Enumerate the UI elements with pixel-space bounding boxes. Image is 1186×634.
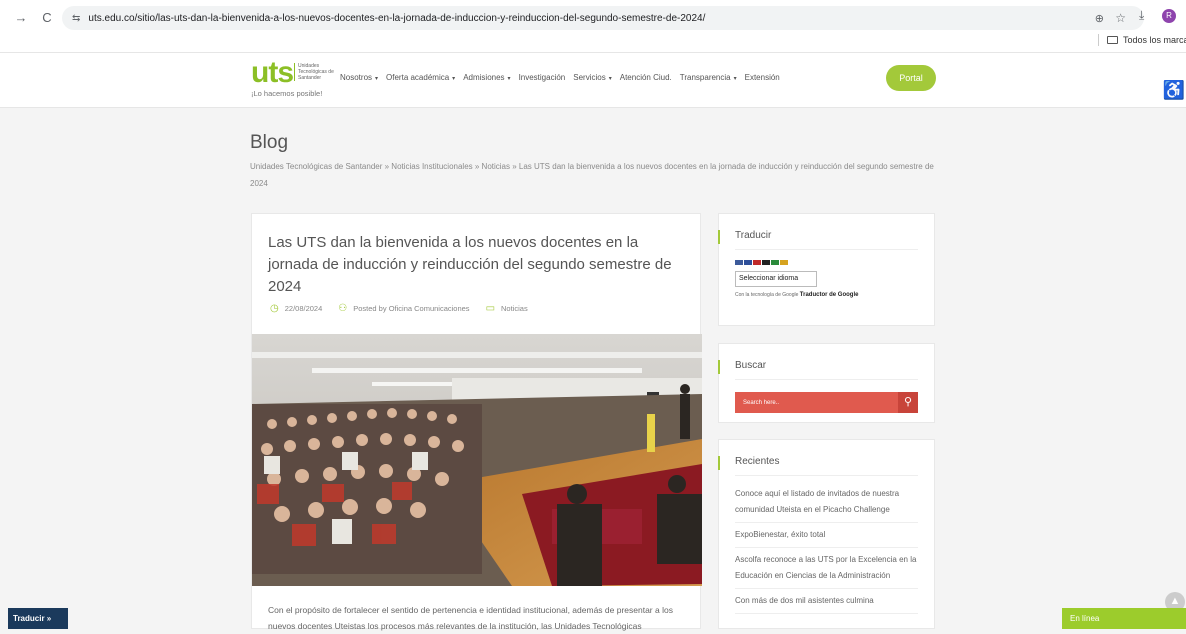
- menu-item-atencion[interactable]: Atención Ciud.: [620, 73, 672, 82]
- recent-item[interactable]: Ascolfa reconoce a las UTS por la Excele…: [735, 548, 918, 589]
- forward-icon[interactable]: →: [10, 10, 32, 25]
- recent-item[interactable]: ExpoBienestar, éxito total: [735, 523, 918, 548]
- author-text[interactable]: Posted by Oficina Comunicaciones: [353, 304, 469, 313]
- site-info-icon[interactable]: ⇆: [72, 13, 80, 24]
- folder-icon: ▭: [485, 303, 496, 314]
- menu-item-admisiones[interactable]: Admisiones ▾: [463, 73, 510, 82]
- article-title: Las UTS dan la bienvenida a los nuevos d…: [268, 234, 672, 295]
- flag-icon[interactable]: [753, 260, 761, 265]
- menu-item-nosotros[interactable]: Nosotros ▾: [340, 73, 378, 82]
- profile-avatar[interactable]: R: [1162, 9, 1176, 23]
- category-link[interactable]: Noticias: [501, 304, 528, 313]
- user-icon: ⚇: [338, 303, 348, 314]
- translate-widget-title: Traducir: [718, 230, 918, 250]
- meta-author[interactable]: ⚇ Posted by Oficina Comunicaciones: [338, 303, 469, 314]
- toolbar: → C ⇆ uts.edu.co/sitio/las-uts-dan-la-bi…: [0, 3, 1186, 31]
- language-select[interactable]: Seleccionar idioma: [735, 271, 817, 287]
- flag-icon[interactable]: [780, 260, 788, 265]
- reload-icon[interactable]: C: [36, 10, 58, 25]
- menu-item-servicios[interactable]: Servicios ▾: [573, 73, 611, 82]
- recent-list: Conoce aquí el listado de invitados de n…: [735, 482, 918, 614]
- main-menu: Nosotros ▾ Oferta académica ▾ Admisiones ▾ …: [340, 73, 788, 82]
- powered-suffix[interactable]: Traductor de Google: [800, 292, 859, 298]
- zoom-icon[interactable]: ⊕: [1095, 12, 1104, 25]
- article-card: Las UTS dan la bienvenida a los nuevos d…: [251, 213, 702, 631]
- uts-logo[interactable]: uts Unidades Tecnológicas de Santander ¡…: [251, 58, 334, 99]
- bookmark-star-icon[interactable]: ☆: [1115, 11, 1126, 25]
- chevron-down-icon: ▾: [507, 76, 511, 82]
- search-widget-title: Buscar: [718, 360, 918, 380]
- google-logo: Google: [782, 292, 799, 298]
- language-flags: [735, 260, 934, 265]
- chevron-down-icon: ▾: [733, 76, 737, 82]
- recent-widget: Recientes Conoce aquí el listado de invi…: [718, 439, 935, 629]
- all-bookmarks-link[interactable]: Todos los marcad: [1123, 35, 1186, 45]
- bookmarks-bar: Todos los marcad: [1098, 32, 1186, 48]
- meta-category[interactable]: ▭ Noticias: [486, 303, 528, 314]
- menu-item-investigacion[interactable]: Investigación: [519, 73, 566, 82]
- search-input[interactable]: Search here..: [735, 400, 779, 406]
- chevron-down-icon: ▾: [375, 76, 379, 82]
- search-widget: Buscar Search here.. ⚲: [718, 343, 935, 423]
- page-title: Blog: [250, 132, 289, 153]
- article-photo: [252, 334, 702, 586]
- flag-icon[interactable]: [771, 260, 779, 265]
- auditorium-photo: [252, 334, 702, 586]
- url-text[interactable]: uts.edu.co/sitio/las-uts-dan-la-bienveni…: [88, 13, 705, 24]
- recent-item[interactable]: Conoce aquí el listado de invitados de n…: [735, 482, 918, 523]
- folder-icon: [1107, 36, 1118, 44]
- powered-prefix: Con la tecnología de: [735, 292, 781, 298]
- chevron-down-icon: ▾: [452, 76, 456, 82]
- address-bar[interactable]: ⇆ uts.edu.co/sitio/las-uts-dan-la-bienve…: [62, 6, 1144, 30]
- flag-icon[interactable]: [762, 260, 770, 265]
- flag-icon[interactable]: [735, 260, 743, 265]
- menu-item-transparencia[interactable]: Transparencia ▾: [680, 73, 737, 82]
- breadcrumb[interactable]: Unidades Tecnológicas de Santander » Not…: [250, 158, 940, 192]
- flag-icon[interactable]: [744, 260, 752, 265]
- search-box[interactable]: Search here.. ⚲: [735, 392, 918, 413]
- translate-widget: Traducir Seleccionar idioma Con la tecno…: [718, 213, 935, 326]
- google-translate-credit[interactable]: Con la tecnología de Google Traductor de…: [735, 292, 934, 298]
- logo-slogan: ¡Lo hacemos posible!: [251, 89, 323, 98]
- recent-widget-title: Recientes: [718, 456, 918, 476]
- site-header: uts Unidades Tecnológicas de Santander ¡…: [0, 52, 1186, 108]
- recent-item[interactable]: Con más de dos mil asistentes culmina: [735, 589, 918, 614]
- clock-icon: ◷: [270, 303, 279, 314]
- article-lead: Con el propósito de fortalecer el sentid…: [268, 605, 673, 631]
- download-icon[interactable]: ⤓: [1139, 8, 1144, 23]
- browser-chrome: → C ⇆ uts.edu.co/sitio/las-uts-dan-la-bi…: [0, 0, 1186, 52]
- bookmarks-divider: [1098, 34, 1099, 46]
- online-chat-button[interactable]: En línea: [1062, 608, 1186, 629]
- accessibility-icon[interactable]: ♿: [1162, 80, 1186, 110]
- date-text: 22/08/2024: [284, 304, 323, 313]
- meta-date: ◷ 22/08/2024: [270, 303, 322, 314]
- chevron-down-icon: ▾: [608, 76, 612, 82]
- portal-button[interactable]: Portal: [886, 65, 936, 91]
- menu-item-extension[interactable]: Extensión: [745, 73, 780, 82]
- article-meta: ◷ 22/08/2024 ⚇ Posted by Oficina Comunicac…: [270, 303, 544, 314]
- search-icon[interactable]: ⚲: [898, 392, 918, 413]
- translate-floating-button[interactable]: Traducir »: [8, 608, 68, 629]
- logo-institution: Unidades Tecnológicas de Santander: [294, 63, 334, 81]
- menu-item-oferta[interactable]: Oferta académica ▾: [386, 73, 455, 82]
